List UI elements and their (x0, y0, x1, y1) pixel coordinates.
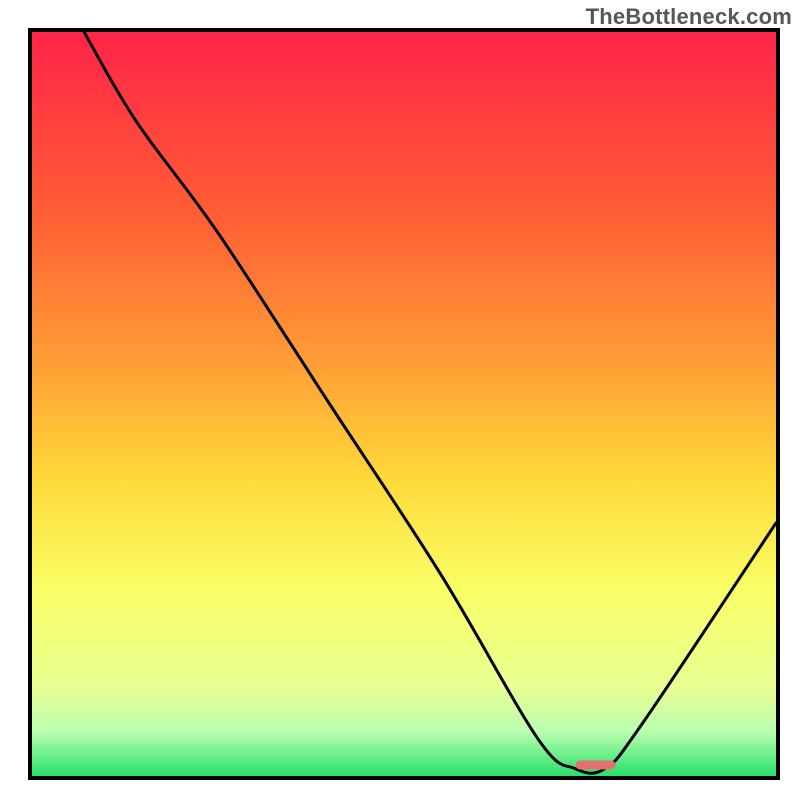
optimum-marker (575, 760, 616, 769)
watermark-label: TheBottleneck.com (586, 4, 792, 30)
chart-container: TheBottleneck.com (0, 0, 800, 800)
plot-area (32, 32, 776, 776)
plot-frame (28, 28, 780, 780)
bottleneck-curve (32, 32, 776, 776)
